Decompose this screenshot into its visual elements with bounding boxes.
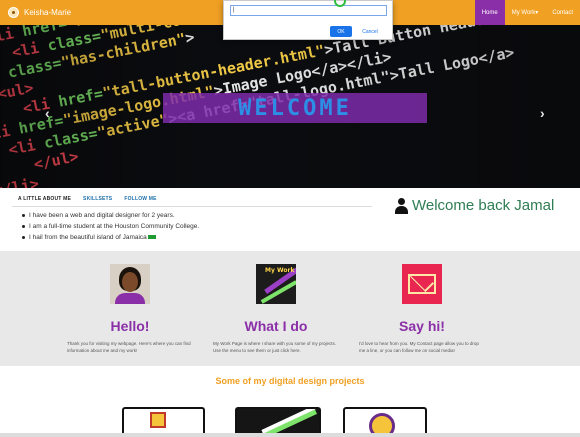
feature-title: Hello!: [110, 318, 150, 334]
my-work-image[interactable]: My Work: [256, 264, 296, 304]
carousel-prev-arrow-icon[interactable]: ‹: [45, 105, 50, 121]
brand-name: Keisha-Marie: [24, 8, 72, 17]
cancel-button[interactable]: Cancel: [357, 26, 383, 37]
horizontal-scrollbar[interactable]: [0, 433, 580, 437]
nav-my-work-dropdown[interactable]: My Work▾: [505, 0, 546, 25]
user-icon: [394, 197, 408, 214]
nav-contact-link[interactable]: Contact: [545, 0, 580, 25]
prompt-dialog: | OK Cancel: [223, 0, 393, 40]
about-item-text: I am a full-time student at the Houston …: [29, 223, 200, 230]
welcome-back-message: Welcome back Jamal: [394, 197, 554, 214]
welcome-back-text: Welcome back Jamal: [412, 197, 555, 214]
feature-title: What I do: [244, 318, 308, 334]
feature-say-hi: Say hi! I'd love to hear from you. My Co…: [357, 264, 487, 354]
about-item-text: I have been a web and digital designer f…: [29, 212, 175, 219]
feature-description: I'd love to hear from you. My Contact pa…: [359, 341, 479, 353]
feature-hello: Hello! Thank you for visiting my webpage…: [65, 264, 195, 354]
about-item: I hail from the beautiful island of Jama…: [22, 232, 199, 243]
hero-carousel: <li href="index.html">Home</a></li><li h…: [0, 25, 580, 188]
nav-links: Home My Work▾ Contact: [474, 0, 580, 25]
carousel-next-arrow-icon[interactable]: ›: [540, 105, 545, 121]
brand[interactable]: Keisha-Marie: [8, 7, 71, 18]
feature-description: My Work Page is where I share with you s…: [213, 341, 336, 353]
brand-logo-icon: [8, 7, 19, 18]
feature-what-i-do: My Work What I do My Work Page is where …: [211, 264, 341, 354]
feature-title: Say hi!: [399, 318, 445, 334]
portrait-image: [110, 264, 150, 304]
nav-home-link[interactable]: Home: [474, 0, 505, 25]
page: Keisha-Marie Home My Work▾ Contact <li h…: [0, 0, 580, 437]
features-section: Hello! Thank you for visiting my webpage…: [0, 251, 580, 366]
my-work-image-label: My Work: [265, 267, 295, 274]
tabs-divider: [12, 206, 372, 207]
mail-icon[interactable]: [402, 264, 442, 304]
prompt-input[interactable]: |: [230, 5, 387, 16]
feature-description: Thank you for visiting my webpage. Here'…: [67, 341, 191, 353]
projects-heading: Some of my digital design projects: [215, 376, 365, 386]
ok-button[interactable]: OK: [330, 26, 352, 37]
about-item: I am a full-time student at the Houston …: [22, 221, 199, 232]
about-list: I have been a web and digital designer f…: [22, 210, 199, 243]
welcome-text: WELCOME: [238, 95, 352, 121]
welcome-banner: WELCOME: [163, 93, 427, 123]
jamaica-flag-icon: [147, 235, 156, 240]
about-item: I have been a web and digital designer f…: [22, 210, 199, 221]
about-item-text: I hail from the beautiful island of Jama…: [29, 234, 147, 241]
